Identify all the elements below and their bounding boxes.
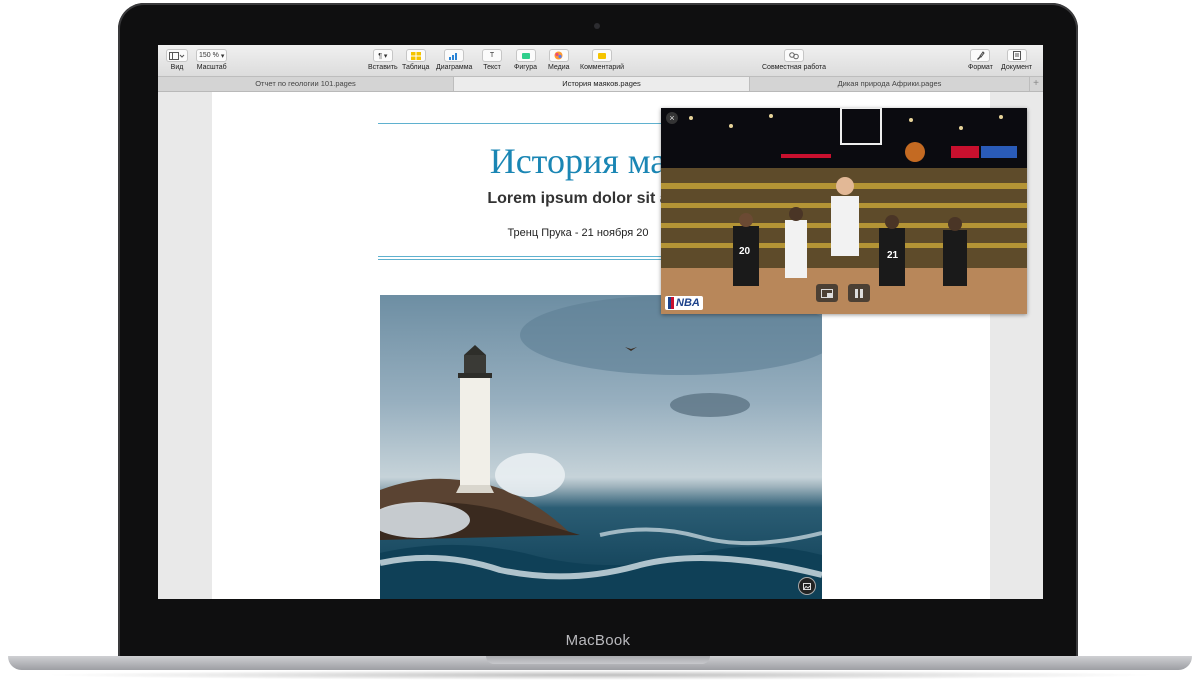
shape-label: Фигура [514,64,537,71]
new-tab-icon[interactable]: + [1029,77,1043,91]
paintbrush-icon [970,49,991,62]
basketball-video-frame [661,108,1027,314]
collaborate-icon [784,49,805,62]
format-label: Формат [968,64,993,71]
tab-africa[interactable]: Дикая природа Африки.pages [750,77,1030,91]
pip-return-icon[interactable] [816,284,838,302]
insert-label: Вставить [368,64,398,71]
lighthouse-photo[interactable] [380,295,822,599]
image-gallery-icon[interactable] [798,577,816,595]
table-button[interactable]: Таблица [402,49,429,71]
table-label: Таблица [402,64,430,71]
jersey-number: 20 [739,246,751,257]
zoom-control[interactable]: 150 % ▾ Масштаб [196,49,228,71]
zoom-label: Масштаб [196,64,227,71]
tab-label: История маяков.pages [562,79,641,88]
pause-icon[interactable] [848,284,870,302]
text-icon: T [482,49,502,62]
pip-video-window[interactable]: 20 21 NBA × [661,108,1027,314]
tab-lighthouses[interactable]: История маяков.pages [454,77,750,91]
media-button[interactable]: Медиа [548,49,570,71]
lighthouse-scene [380,295,822,599]
close-icon[interactable]: × [666,112,678,124]
media-icon [548,49,569,62]
nba-logo-text: NBA [676,297,700,309]
document-icon [1006,49,1027,62]
chart-icon [444,49,465,62]
text-label: Текст [483,64,501,71]
sidebar-icon [166,49,188,62]
jersey-number: 21 [887,250,899,261]
view-button[interactable]: Вид [166,49,188,71]
document-button[interactable]: Документ [1001,49,1032,71]
tab-geology[interactable]: Отчет по геологии 101.pages [158,77,454,91]
text-button[interactable]: T Текст [482,49,502,71]
nba-logo: NBA [665,296,703,310]
zoom-value: 150 % [199,52,219,59]
zoom-select[interactable]: 150 % ▾ [196,49,228,62]
laptop-shadow [40,670,1160,680]
camera [594,23,600,29]
tab-label: Отчет по геологии 101.pages [255,79,356,88]
chart-label: Диаграмма [436,64,473,71]
laptop-notch [486,656,710,664]
insert-button[interactable]: ¶ ▾ Вставить [368,49,398,71]
comment-label: Комментарий [580,64,625,71]
toolbar: Вид 150 % ▾ Масштаб ¶ ▾ Вставить Таблица… [158,45,1043,77]
document-label: Документ [1001,64,1033,71]
view-label: Вид [170,64,184,71]
chevron-down-icon: ▾ [220,52,225,60]
collaborate-label: Совместная работа [762,64,827,71]
comment-icon [592,49,613,62]
shape-icon [515,49,536,62]
collaborate-button[interactable]: Совместная работа [762,49,826,71]
chart-button[interactable]: Диаграмма [436,49,472,71]
tab-bar: Отчет по геологии 101.pages История маяк… [158,77,1043,92]
paragraph-icon: ¶ ▾ [372,49,393,62]
table-icon [405,49,426,62]
media-label: Медиа [548,64,570,71]
comment-button[interactable]: Комментарий [580,49,624,71]
shape-button[interactable]: Фигура [514,49,537,71]
tab-label: Дикая природа Африки.pages [837,79,942,88]
device-brand: MacBook [565,632,631,649]
format-button[interactable]: Формат [968,49,993,71]
